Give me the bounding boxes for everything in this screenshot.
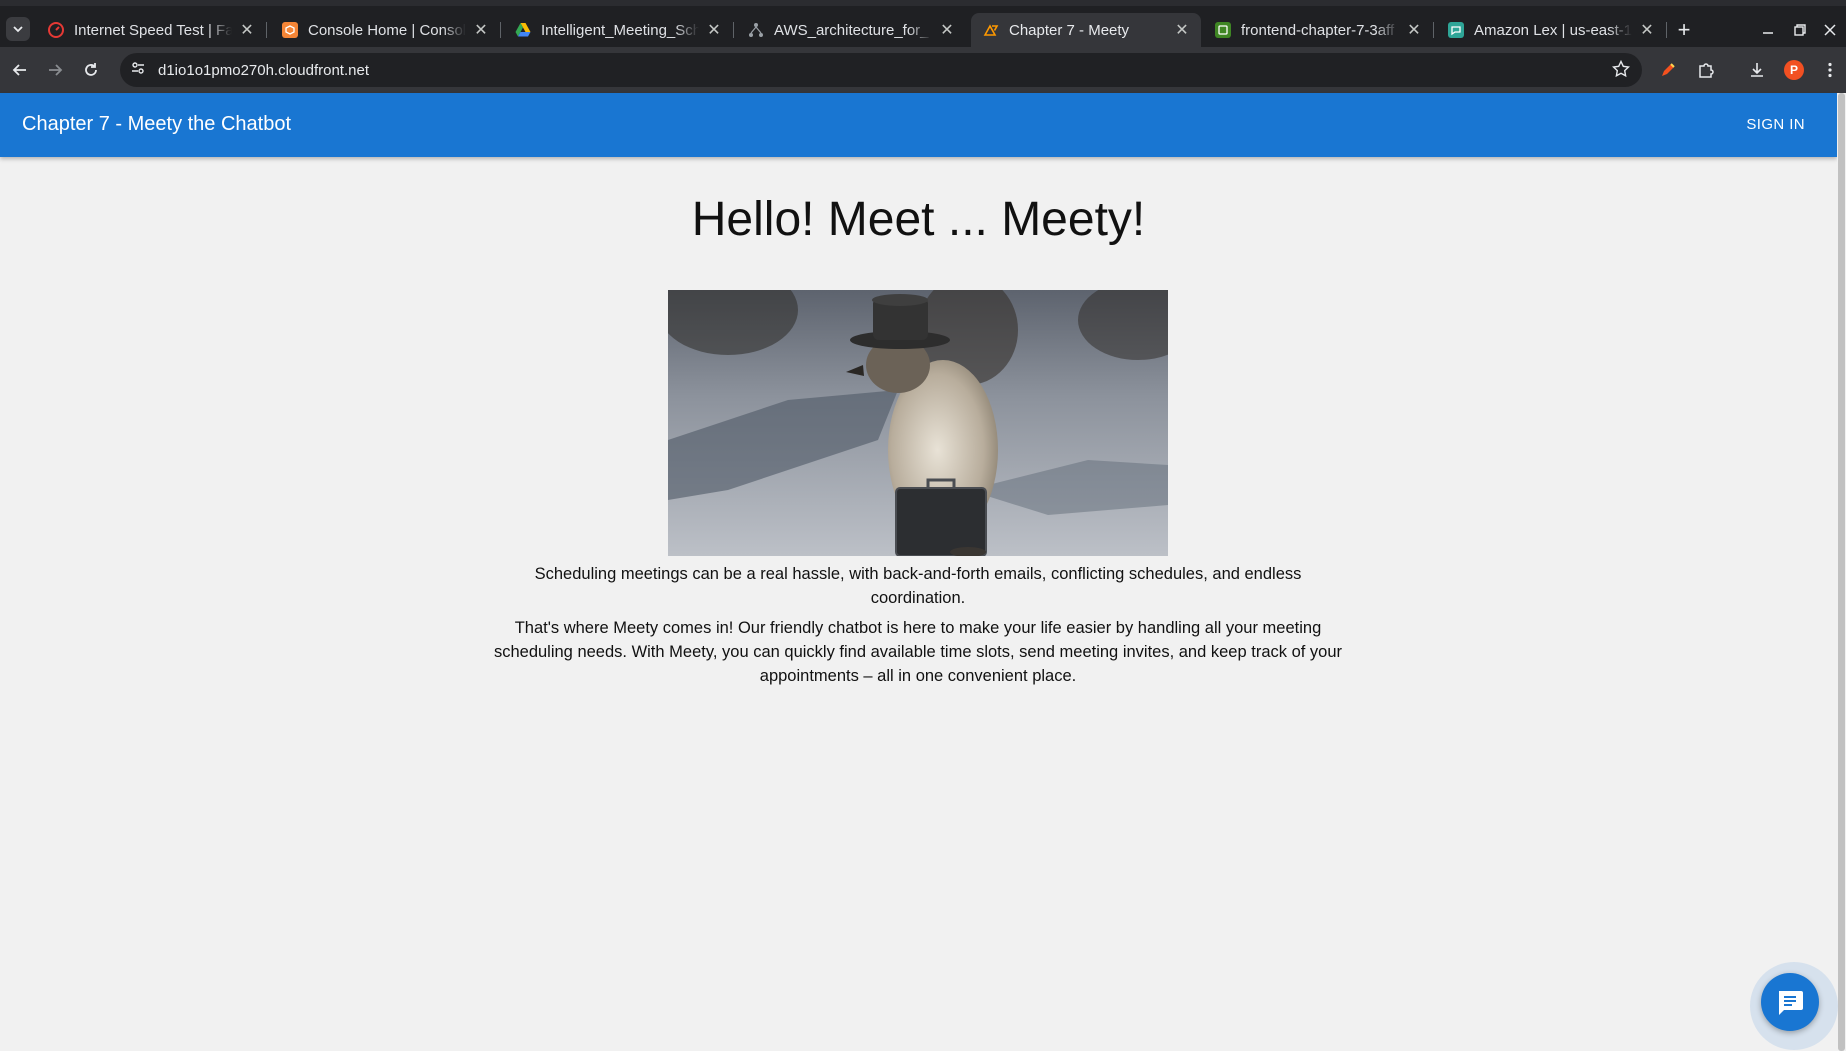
browser-tab-aws-architecture[interactable]: AWS_architecture_for_ ✕ [736,13,966,47]
tab-title: Chapter 7 - Meety [1009,21,1130,39]
forward-button[interactable] [43,58,67,82]
close-icon[interactable]: ✕ [705,21,723,39]
tab-title: Console Home | Console [308,21,466,39]
arrow-right-icon [49,64,63,76]
new-tab-button[interactable]: + [1672,17,1696,42]
close-icon[interactable]: ✕ [1405,21,1423,39]
google-drive-icon [515,22,531,38]
url-text: d1io1o1pmo270h.cloudfront.net [158,61,369,79]
aws-console-icon [282,22,298,38]
close-icon[interactable]: ✕ [1173,21,1191,39]
kebab-menu-icon [1828,62,1832,78]
open-chat-button[interactable] [1761,973,1819,1031]
puzzle-icon [1699,63,1714,78]
hero-image [668,290,1168,556]
close-icon[interactable]: ✕ [938,21,956,39]
scrollbar-thumb[interactable] [1838,93,1845,1051]
pen-icon [1662,63,1675,76]
tab-title: frontend-chapter-7-3aff [1241,21,1395,39]
browser-toolbar: d1io1o1pmo270h.cloudfront.net P [0,47,1846,93]
diagram-icon [748,22,764,38]
page-heading: Hello! Meet ... Meety! [691,193,1146,246]
chat-bubble-icon [1779,991,1803,1015]
downloads-button[interactable] [1745,58,1769,82]
minimize-button[interactable] [1756,18,1780,42]
browser-tab-console-home[interactable]: Console Home | Console ✕ [270,13,501,47]
tab-title: Intelligent_Meeting_Scheduler [541,21,699,39]
plus-icon: + [1677,17,1691,42]
intro-paragraph: Scheduling meetings can be a real hassle… [534,565,1302,607]
app-bar: Chapter 7 - Meety the Chatbot SIGN IN [0,93,1837,157]
description-paragraph: That's where Meety comes in! Our friendl… [493,619,1343,685]
browser-tab-strip: Internet Speed Test | Fast ✕ Console Hom… [0,0,1846,47]
restore-icon [1794,24,1806,36]
chevron-down-icon [13,26,23,33]
tab-title: Internet Speed Test | Fast [74,21,232,39]
tab-title: AWS_architecture_for_ [774,21,929,39]
browser-tab-speedtest[interactable]: Internet Speed Test | Fast ✕ [36,13,267,47]
arrow-left-icon [12,64,26,76]
tab-search-button[interactable] [6,17,30,41]
browser-menu-button[interactable] [1818,58,1842,82]
sign-in-button[interactable]: SIGN IN [1746,116,1805,133]
browser-tab-google-drive[interactable]: Intelligent_Meeting_Scheduler ✕ [503,13,734,47]
download-icon [1751,63,1763,77]
close-icon[interactable]: ✕ [472,21,490,39]
minimize-icon [1763,32,1773,34]
restore-button[interactable] [1788,18,1812,42]
reload-button[interactable] [79,58,103,82]
main-content: Hello! Meet ... Meety! Scheduling meetin… [0,157,1837,685]
page-scrollbar[interactable] [1837,93,1846,1051]
app-title: Chapter 7 - Meety the Chatbot [22,113,292,135]
address-bar[interactable]: d1io1o1pmo270h.cloudfront.net [120,53,1642,87]
browser-tab-meety-active[interactable]: Chapter 7 - Meety ✕ [971,13,1201,47]
browser-tab-frontend-chapter[interactable]: frontend-chapter-7-3aff ✕ [1203,13,1434,47]
profile-button[interactable]: P [1782,58,1806,82]
close-icon[interactable]: ✕ [1638,21,1656,39]
browser-tab-amazon-lex[interactable]: Amazon Lex | us-east-1 ✕ [1436,13,1667,47]
close-icon [1824,24,1836,36]
extension-pen-button[interactable] [1656,58,1680,82]
bookmark-star-icon[interactable] [1611,59,1631,83]
speedometer-icon [48,22,64,38]
chat-widget [1750,962,1838,1050]
reload-icon [85,63,97,76]
amplify-icon [983,22,999,38]
back-button[interactable] [8,58,32,82]
close-window-button[interactable] [1818,18,1842,42]
lex-icon [1448,22,1464,38]
extensions-button[interactable] [1694,58,1718,82]
tab-title: Amazon Lex | us-east-1 [1474,21,1632,39]
amplify-app-icon [1215,22,1231,38]
site-settings-icon[interactable] [130,60,146,81]
close-icon[interactable]: ✕ [238,21,256,39]
avatar: P [1784,60,1804,80]
